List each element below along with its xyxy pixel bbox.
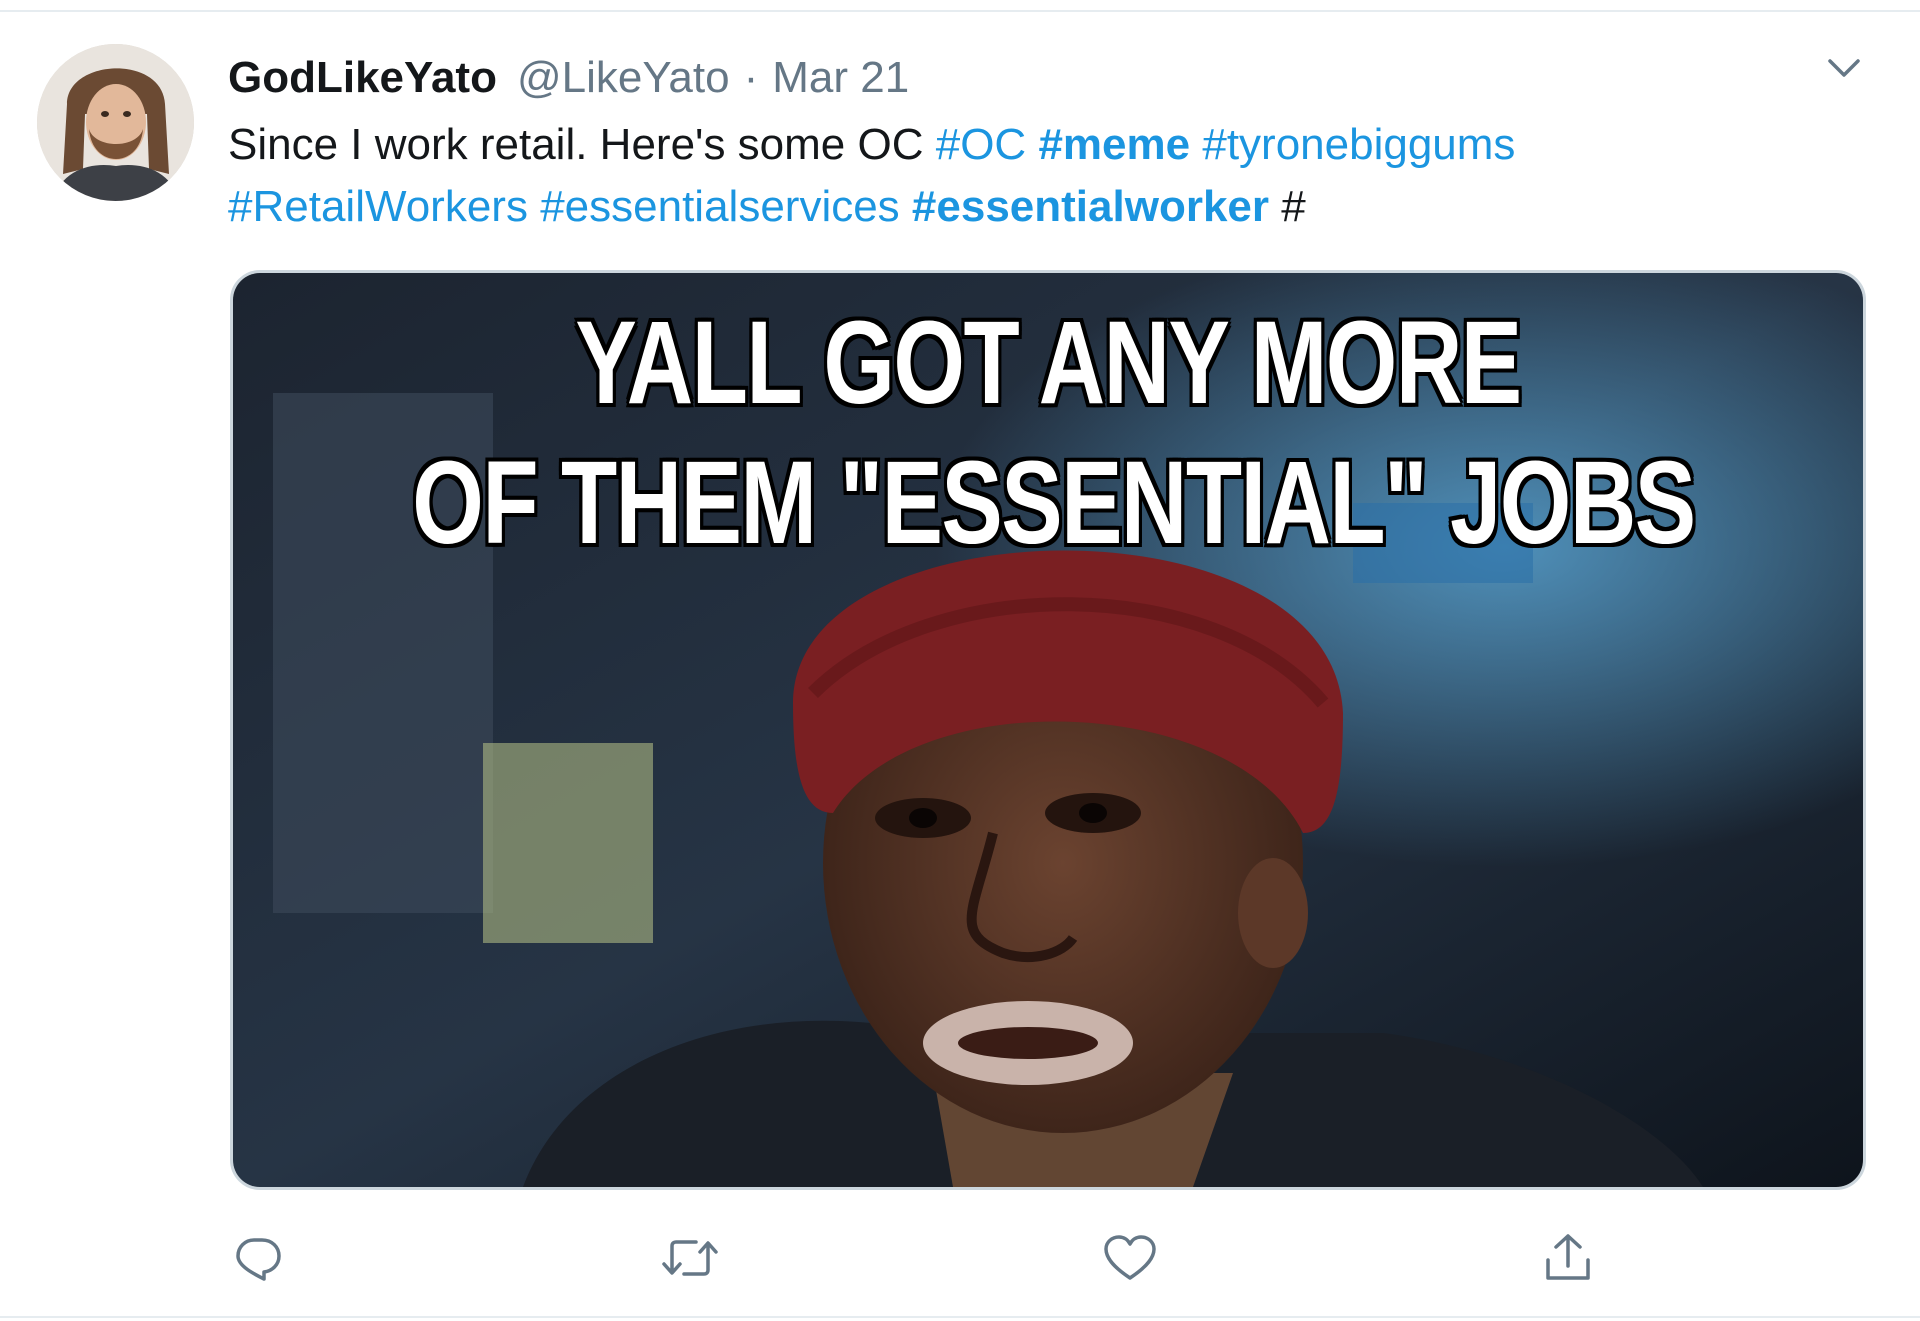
avatar[interactable] (37, 44, 194, 201)
tweet-text: Since I work retail. Here's some OC #OC … (228, 114, 1888, 238)
share-icon (1546, 1234, 1590, 1280)
meme-caption-line-1: YALL GOT ANY MORE (575, 297, 1522, 429)
avatar-image (37, 44, 194, 201)
hashtag-essentialworker[interactable]: #essentialworker (912, 182, 1269, 231)
tweet-header: GodLikeYato @LikeYato · Mar 21 (228, 50, 909, 106)
divider-top (0, 0, 1920, 12)
hashtag-meme[interactable]: #meme (1038, 120, 1190, 169)
divider-bottom (0, 1316, 1920, 1318)
chevron-down-icon (1828, 59, 1860, 77)
retweet-icon (662, 1240, 718, 1276)
reply-icon (236, 1238, 281, 1281)
tweet-card[interactable]: GodLikeYato @LikeYato · Mar 21 Since I w… (0, 0, 1920, 1321)
hashtag-trailing: # (1281, 182, 1306, 231)
display-name[interactable]: GodLikeYato (228, 53, 497, 103)
tweet-text-plain: Since I work retail. Here's some OC (228, 120, 924, 169)
reply-button[interactable] (228, 1228, 288, 1288)
tweet-media-image[interactable]: YALL GOT ANY MORE OF THEM "ESSENTIAL" JO… (230, 270, 1866, 1190)
more-options-button[interactable] (1826, 52, 1862, 84)
tweet-actions (228, 1228, 1628, 1288)
like-button[interactable] (1100, 1228, 1160, 1288)
meme-caption: YALL GOT ANY MORE OF THEM "ESSENTIAL" JO… (412, 293, 1696, 573)
separator-dot: · (743, 53, 759, 102)
hashtag-tyronebiggums[interactable]: #tyronebiggums (1202, 120, 1515, 169)
hashtag-essentialservices[interactable]: #essentialservices (540, 182, 900, 231)
hashtag-oc[interactable]: #OC (936, 120, 1026, 169)
hashtag-retailworkers[interactable]: #RetailWorkers (228, 182, 528, 231)
heart-icon (1104, 1235, 1156, 1280)
retweet-button[interactable] (660, 1228, 720, 1288)
share-button[interactable] (1538, 1228, 1598, 1288)
meme-caption-line-2: OF THEM "ESSENTIAL" JOBS (412, 437, 1696, 569)
user-handle[interactable]: @LikeYato (517, 53, 730, 103)
timestamp[interactable]: Mar 21 (772, 53, 909, 103)
